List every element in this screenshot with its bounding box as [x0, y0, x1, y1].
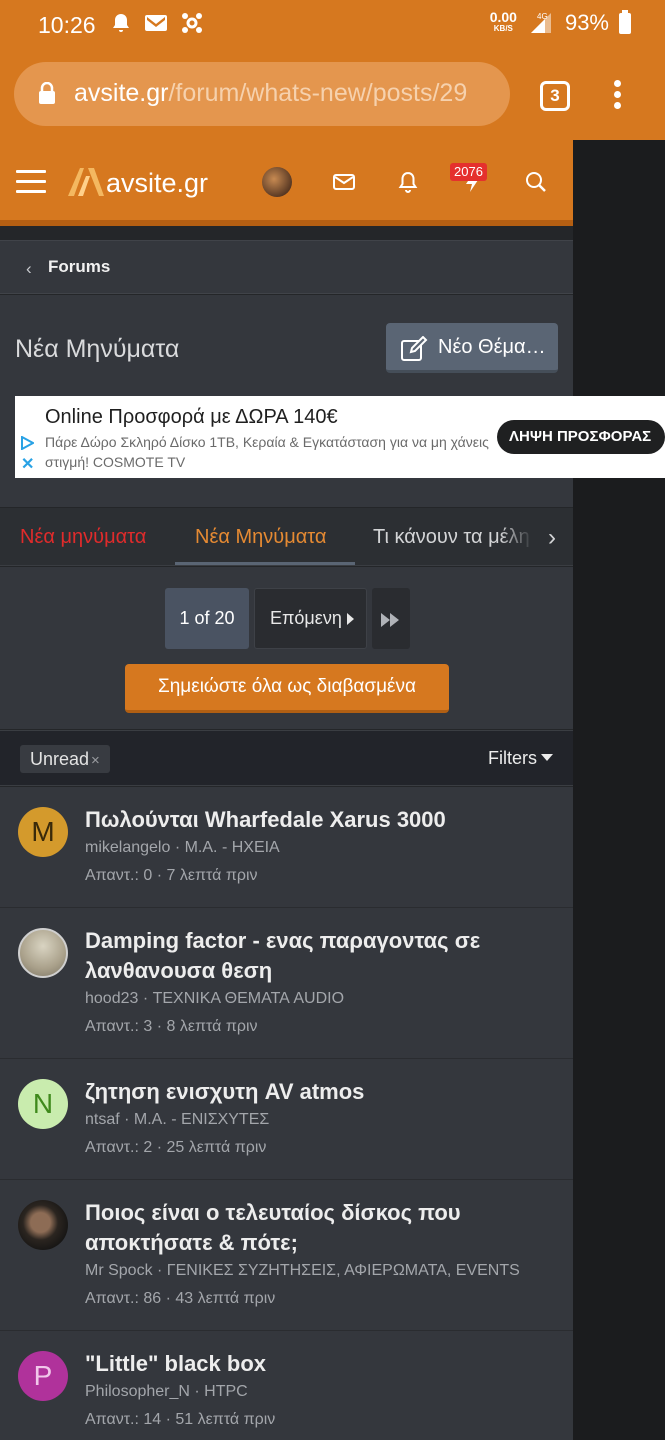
new-thread-label: Νέο Θέμα…: [438, 336, 546, 358]
thread-title[interactable]: Ποιος είναι ο τελευταίος δίσκος που αποκ…: [85, 1198, 553, 1258]
thread-item[interactable]: M Πωλούνται Wharfedale Xarus 3000 mikela…: [0, 787, 573, 908]
site-logo-text[interactable]: avsite.gr: [106, 168, 208, 199]
unread-filter-chip[interactable]: Unread ×: [20, 745, 110, 773]
ad-close-icon[interactable]: ✕: [21, 454, 34, 474]
header-divider: [0, 220, 573, 226]
breadcrumb[interactable]: ‹ Forums: [0, 240, 573, 294]
filters-dropdown[interactable]: Filters: [488, 748, 553, 769]
page-title: Νέα Μηνύματα: [15, 335, 180, 363]
tab-new-messages[interactable]: Νέα μηνύματα: [20, 526, 146, 549]
thread-stats: Απαντ.: 3 · 8 λεπτά πριν: [85, 1018, 258, 1035]
thread-title[interactable]: ζητηση ενισχυτη AV atmos: [85, 1077, 553, 1107]
browser-menu-icon[interactable]: [614, 80, 624, 112]
advertisement[interactable]: Online Προσφορά με ΔΩΡΑ 140€ Πάρε Δώρο Σ…: [15, 396, 665, 478]
app-notification-icon: [182, 13, 202, 33]
page-gutter: [573, 140, 665, 1440]
mark-all-read-button[interactable]: Σημειώστε όλα ως διαβασμένα: [125, 664, 449, 713]
author-avatar[interactable]: N: [18, 1079, 68, 1129]
user-avatar[interactable]: [262, 167, 292, 197]
whats-new-tabs: Νέα μηνύματα Νέα Μηνύματα Τι κάνουν τα μ…: [0, 508, 573, 566]
unread-filter-label: Unread: [30, 749, 90, 769]
next-page-label: Επόμενη: [270, 608, 342, 628]
filters-label: Filters: [488, 748, 537, 768]
active-tab-indicator: [175, 562, 355, 565]
tab-new-posts[interactable]: Νέα Μηνύματα: [195, 526, 326, 549]
envelope-icon[interactable]: [332, 170, 356, 194]
tabs-fade: [500, 508, 573, 565]
url-text[interactable]: avsite.gr/forum/whats-new/posts/29: [74, 79, 467, 108]
network-speed: 0.00 KB/S: [490, 10, 517, 35]
pagination-area: 1 of 20 Επόμενη Σημειώστε όλα ως διαβασμ…: [0, 567, 573, 729]
compose-icon: [401, 336, 428, 361]
status-bar: 10:26 0.00 KB/S 4G 93%: [0, 0, 665, 50]
ad-title[interactable]: Online Προσφορά με ΔΩΡΑ 140€: [45, 406, 338, 429]
status-notification-icons: [110, 12, 204, 34]
site-header: avsite.gr: [0, 140, 573, 220]
caret-down-icon: [541, 754, 553, 761]
thread-title[interactable]: Damping factor - ενας παραγοντας σε λανθ…: [85, 926, 553, 986]
thread-meta[interactable]: hood23 · ΤΕΧΝΙΚΑ ΘΕΜΑΤΑ AUDIO: [85, 988, 553, 1010]
search-icon[interactable]: [524, 170, 548, 194]
url-path: /forum/whats-new/posts/29: [168, 79, 468, 107]
thread-title[interactable]: Πωλούνται Wharfedale Xarus 3000: [85, 805, 553, 835]
chevron-right-icon[interactable]: ›: [548, 524, 556, 552]
thread-item[interactable]: N ζητηση ενισχυτη AV atmos ntsaf · Μ.Α. …: [0, 1059, 573, 1180]
thread-item[interactable]: P "Little" black box Philosopher_N · HTP…: [0, 1331, 573, 1440]
thread-meta[interactable]: ntsaf · Μ.Α. - ΕΝΙΣΧΥΤΕΣ: [85, 1109, 553, 1131]
network-speed-unit: KB/S: [493, 24, 513, 33]
thread-meta[interactable]: Philosopher_N · HTPC: [85, 1381, 553, 1403]
adchoices-icon[interactable]: [20, 436, 34, 450]
author-avatar[interactable]: [18, 928, 68, 978]
bell-icon: [113, 14, 129, 32]
caret-right-icon: [346, 613, 354, 625]
url-bar[interactable]: avsite.gr/forum/whats-new/posts/29: [14, 62, 510, 126]
thread-title[interactable]: "Little" black box: [85, 1349, 553, 1379]
ad-description: Πάρε Δώρο Σκληρό Δίσκο 1TB, Κεραία & Εγκ…: [45, 434, 489, 470]
lock-icon: [39, 82, 55, 104]
thread-item[interactable]: Ποιος είναι ο τελευταίος δίσκος που αποκ…: [0, 1180, 573, 1331]
thread-stats: Απαντ.: 14 · 51 λεπτά πριν: [85, 1411, 276, 1428]
fast-forward-icon: [381, 613, 390, 627]
thread-item[interactable]: Damping factor - ενας παραγοντας σε λανθ…: [0, 908, 573, 1059]
author-avatar[interactable]: P: [18, 1351, 68, 1401]
thread-stats: Απαντ.: 2 · 25 λεπτά πριν: [85, 1139, 267, 1156]
status-time: 10:26: [38, 12, 96, 38]
bell-icon[interactable]: [396, 170, 420, 194]
tab-switcher-button[interactable]: 3: [540, 81, 570, 111]
new-thread-button[interactable]: Νέο Θέμα…: [386, 323, 558, 373]
hamburger-menu-icon[interactable]: [16, 170, 46, 194]
thread-stats: Απαντ.: 86 · 43 λεπτά πριν: [85, 1290, 276, 1307]
author-avatar[interactable]: [18, 1200, 68, 1250]
breadcrumb-label[interactable]: Forums: [48, 257, 110, 277]
thread-stats: Απαντ.: 0 · 7 λεπτά πριν: [85, 867, 258, 884]
last-page-button[interactable]: [372, 588, 410, 649]
remove-filter-icon[interactable]: ×: [91, 752, 100, 769]
ad-cta-button[interactable]: ΛΗΨΗ ΠΡΟΣΦΟΡΑΣ: [497, 420, 665, 454]
thread-list: M Πωλούνται Wharfedale Xarus 3000 mikela…: [0, 787, 573, 1440]
author-avatar[interactable]: M: [18, 807, 68, 857]
thread-meta[interactable]: Mr Spock · ΓΕΝΙΚΕΣ ΣΥΖΗΤΗΣΕΙΣ, ΑΦΙΕΡΩΜΑΤ…: [85, 1260, 553, 1282]
chevron-left-icon: ‹: [26, 259, 32, 278]
battery-percent: 93%: [564, 10, 609, 35]
page-indicator[interactable]: 1 of 20: [165, 588, 249, 649]
next-page-button[interactable]: Επόμενη: [254, 588, 367, 649]
signal-icon: 4G: [530, 12, 551, 33]
url-host: avsite.gr: [74, 79, 169, 107]
gmail-icon: [145, 15, 167, 31]
avsite-logo-mark[interactable]: [66, 166, 106, 198]
filter-bar: Unread × Filters: [0, 730, 573, 786]
thread-meta[interactable]: mikelangelo · Μ.Α. - ΗΧΕΙΑ: [85, 837, 553, 859]
status-right: 0.00 KB/S 4G 93%: [490, 9, 631, 36]
browser-toolbar: avsite.gr/forum/whats-new/posts/29 3: [0, 50, 665, 140]
alerts-count-badge: 2076: [450, 163, 487, 181]
battery-icon: [619, 9, 631, 34]
